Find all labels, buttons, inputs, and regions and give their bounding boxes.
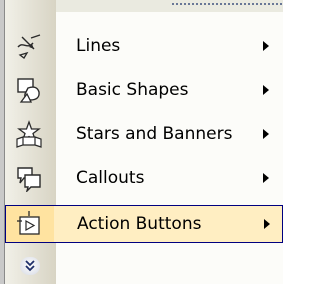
basic-shapes-icon (15, 76, 43, 104)
menu-grip-strip[interactable] (56, 0, 283, 12)
menu-item-lines[interactable]: Lines (5, 27, 283, 65)
autoshapes-menu: Lines Basic Shapes Stars and Banners Cal… (0, 0, 283, 284)
submenu-arrow-icon (263, 85, 269, 95)
stars-and-banners-icon (15, 120, 43, 148)
action-buttons-icon (15, 210, 43, 238)
callouts-icon (15, 164, 43, 194)
menu-item-callouts[interactable]: Callouts (5, 159, 283, 197)
menu-item-basic-shapes[interactable]: Basic Shapes (5, 71, 283, 109)
menu-item-label: Stars and Banners (76, 124, 233, 144)
expand-menu-button[interactable] (5, 255, 283, 279)
submenu-arrow-icon (263, 129, 269, 139)
menu-item-action-buttons[interactable]: Action Buttons (5, 205, 283, 243)
double-chevron-down-icon[interactable] (20, 257, 40, 275)
menu-item-label: Lines (76, 36, 121, 56)
submenu-arrow-icon (263, 41, 269, 51)
submenu-arrow-icon (263, 173, 269, 183)
menu-item-label: Action Buttons (77, 214, 202, 234)
menu-item-stars-and-banners[interactable]: Stars and Banners (5, 115, 283, 153)
menu-item-label: Callouts (76, 168, 145, 188)
drag-grip-handle[interactable] (171, 2, 282, 6)
submenu-arrow-icon (264, 219, 270, 229)
menu-item-label: Basic Shapes (76, 80, 189, 100)
window-edge (0, 0, 5, 284)
lines-icon (15, 32, 43, 60)
